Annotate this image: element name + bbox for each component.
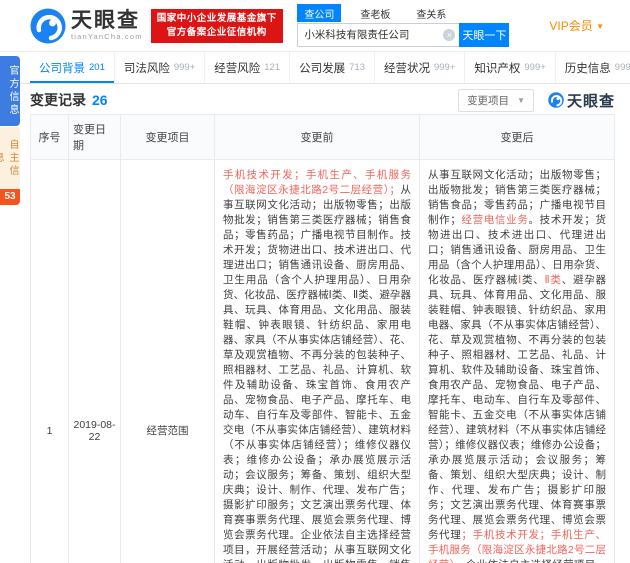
search-tab-relation[interactable]: 查关系 xyxy=(409,4,453,22)
nav-tab-history-info[interactable]: 历史信息999+ xyxy=(556,52,630,83)
section-title: 变更记录 xyxy=(30,90,86,110)
nav-tab-operation-status[interactable]: 经营状况999+ xyxy=(375,52,465,83)
chevron-down-icon: ▼ xyxy=(596,22,604,31)
header-change-date: 变更日期 xyxy=(69,115,121,159)
nav-tab-company-background[interactable]: 公司背景201 xyxy=(30,52,115,83)
nav-tab-intellectual-property[interactable]: 知识产权999+ xyxy=(465,52,555,83)
nav-tab-company-development[interactable]: 公司发展713 xyxy=(290,52,375,83)
vip-member-link[interactable]: VIP会员 ▼ xyxy=(549,17,604,34)
search-button[interactable]: 天眼一下 xyxy=(459,23,509,47)
clear-search-icon[interactable]: × xyxy=(443,29,455,41)
change-record-section-bar: 变更记录 26 变更项目 ▼ 天眼查 xyxy=(0,84,630,112)
side-floating-widget: 官方信息 自主信息 53 xyxy=(0,56,20,205)
change-record-table: 序号 变更日期 变更项目 变更前 变更后 1 2019-08-22 经营范围 手… xyxy=(30,114,615,563)
site-logo[interactable]: 天眼查 tianYanCha.com xyxy=(30,8,143,44)
cell-before-change: 手机技术开发；手机生产、手机服务（限海淀区永捷北路2号二层经营）；从事互联网文化… xyxy=(215,160,420,563)
search-input[interactable] xyxy=(297,23,459,47)
brand-name: 天眼查 xyxy=(71,10,143,32)
nav-tab-judicial-risk[interactable]: 司法风险999+ xyxy=(115,52,205,83)
search-tabs: 查公司 查老板 查关系 xyxy=(297,5,509,22)
header-change-item: 变更项目 xyxy=(121,115,215,159)
table-header-row: 序号 变更日期 变更项目 变更前 变更后 xyxy=(31,115,614,160)
company-nav-tabs: 公司背景201 司法风险999+ 经营风险121 公司发展713 经营状况999… xyxy=(0,52,630,84)
gov-badge-line1: 国家中小企业发展基金旗下 xyxy=(157,12,277,26)
cell-change-date: 2019-08-22 xyxy=(69,160,121,563)
section-count: 26 xyxy=(92,92,108,108)
change-item-filter-button[interactable]: 变更项目 ▼ xyxy=(458,89,534,112)
cell-change-item: 经营范围 xyxy=(121,160,215,563)
side-tab-official-info[interactable]: 官方信息 xyxy=(0,56,20,126)
search-tab-company[interactable]: 查公司 xyxy=(297,4,341,22)
search-tab-boss[interactable]: 查老板 xyxy=(353,4,397,22)
cell-after-change: 从事互联网文化活动；出版物零售；出版物批发；销售第三类医疗器械；销售食品；零售药… xyxy=(420,160,614,563)
header-index: 序号 xyxy=(31,115,69,159)
tianyancha-eye-icon xyxy=(30,8,66,44)
table-row: 1 2019-08-22 经营范围 手机技术开发；手机生产、手机服务（限海淀区永… xyxy=(31,160,614,563)
side-count-badge: 53 xyxy=(0,189,20,205)
nav-tab-operation-risk[interactable]: 经营风险121 xyxy=(205,52,290,83)
cell-index: 1 xyxy=(31,160,69,563)
tianyancha-eye-icon xyxy=(548,92,564,108)
watermark-text: 天眼查 xyxy=(567,90,615,111)
site-header: 天眼查 tianYanCha.com 国家中小企业发展基金旗下 官方备案企业征信… xyxy=(0,0,630,52)
side-tab-self-info[interactable]: 自主信息 xyxy=(0,127,20,189)
tianyancha-watermark: 天眼查 xyxy=(548,90,615,111)
header-after-change: 变更后 xyxy=(420,115,614,159)
header-before-change: 变更前 xyxy=(215,115,420,159)
gov-badge-line2: 官方备案企业征信机构 xyxy=(157,26,277,40)
search-block: 查公司 查老板 查关系 × 天眼一下 xyxy=(297,5,509,47)
chevron-down-icon: ▼ xyxy=(517,96,525,105)
brand-domain: tianYanCha.com xyxy=(71,32,143,41)
gov-certification-badge: 国家中小企业发展基金旗下 官方备案企业征信机构 xyxy=(151,9,283,43)
